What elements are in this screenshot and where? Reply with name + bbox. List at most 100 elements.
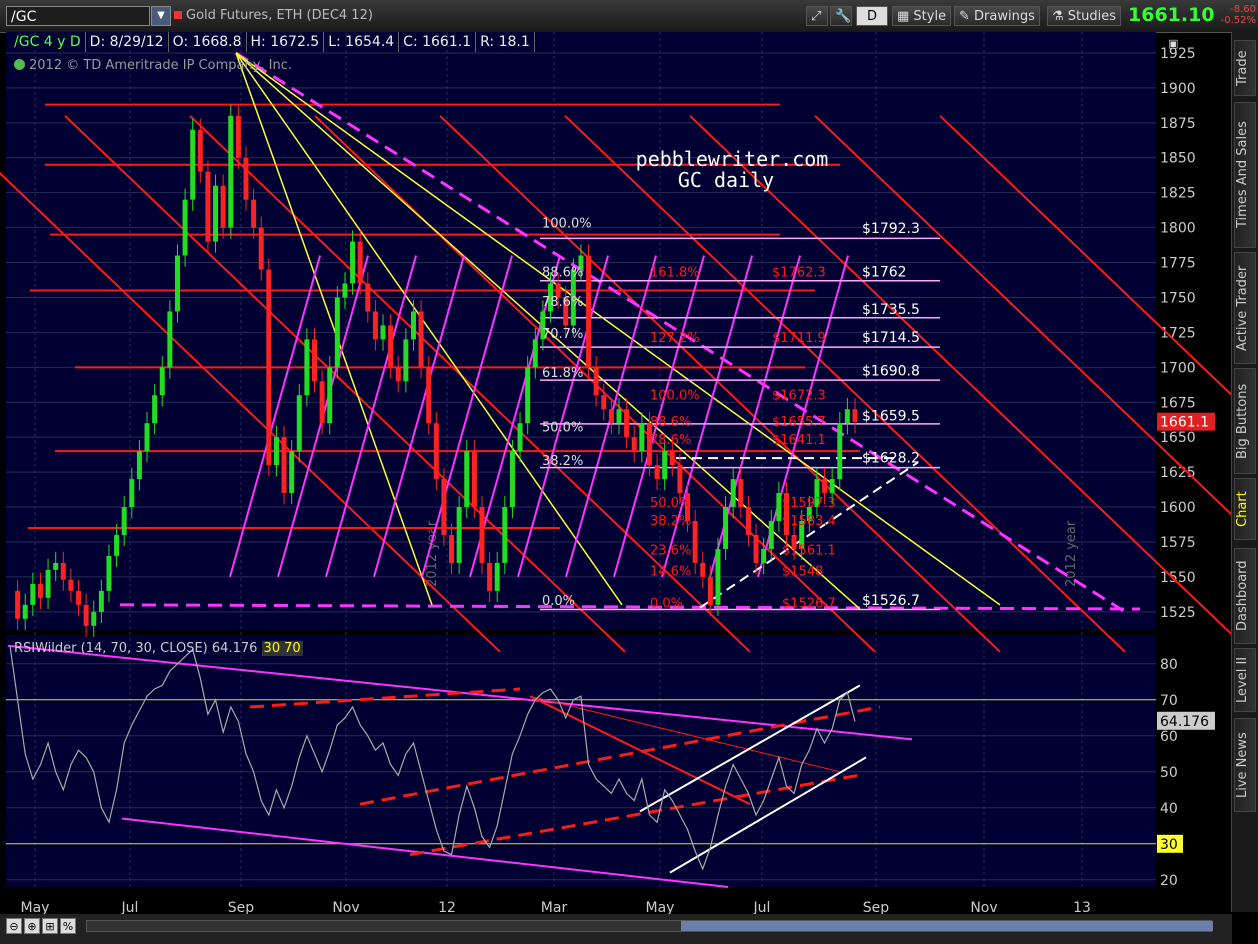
candle-body bbox=[654, 465, 660, 480]
tab-chart[interactable]: Chart bbox=[1234, 478, 1256, 540]
tab-times-and-sales[interactable]: Times And Sales bbox=[1234, 102, 1256, 248]
rsi-tick-label: 60 bbox=[1160, 729, 1178, 745]
candle-body bbox=[30, 583, 36, 605]
fib-inner-price: $1672.3 bbox=[772, 388, 826, 403]
time-scrollbar[interactable] bbox=[86, 920, 1213, 932]
symbol-description: Gold Futures, ETH (DEC4 12) bbox=[174, 8, 373, 23]
candle-body bbox=[616, 409, 622, 424]
candle-body bbox=[410, 311, 416, 340]
candle-body bbox=[456, 507, 462, 563]
candle-body bbox=[509, 451, 515, 508]
symbol-dropdown-button[interactable]: ▼ bbox=[151, 6, 171, 26]
candle-body bbox=[114, 534, 120, 556]
candle-body bbox=[182, 199, 188, 256]
drawings-label: Drawings bbox=[974, 9, 1035, 24]
candle-body bbox=[106, 555, 112, 591]
tab-level-ii[interactable]: Level II bbox=[1234, 648, 1256, 712]
candle-body bbox=[273, 437, 279, 466]
candle-body bbox=[152, 395, 158, 424]
candle-body bbox=[753, 534, 759, 563]
x-tick-label: 13 bbox=[1073, 900, 1091, 914]
candle-body bbox=[83, 604, 89, 626]
candle-body bbox=[350, 241, 356, 284]
candle-body bbox=[464, 451, 470, 508]
candle-body bbox=[677, 465, 683, 494]
zoom-fit-icon[interactable]: ⊞ bbox=[42, 918, 58, 934]
price-tick-label: 1700 bbox=[1160, 360, 1196, 376]
candle-body bbox=[433, 423, 439, 480]
price-tick-label: 1725 bbox=[1160, 325, 1196, 341]
candle-body bbox=[213, 185, 219, 242]
candle-body bbox=[45, 569, 51, 598]
drawings-button[interactable]: ✎ Drawings bbox=[954, 6, 1040, 26]
candle-body bbox=[525, 367, 531, 424]
candle-body bbox=[745, 507, 751, 535]
candle-body bbox=[228, 115, 234, 228]
candle-body bbox=[829, 479, 835, 494]
fib-left-label: 88.6% bbox=[542, 266, 583, 281]
tab-big-buttons[interactable]: Big Buttons bbox=[1234, 368, 1256, 474]
fib-inner-price: $1526.7 bbox=[782, 597, 836, 612]
tab-trade[interactable]: Trade bbox=[1234, 40, 1256, 96]
fib-inner-label: 100.0% bbox=[650, 388, 700, 403]
tab-active-trader[interactable]: Active Trader bbox=[1234, 252, 1256, 364]
scroll-thumb[interactable] bbox=[681, 921, 1213, 931]
info-close: C: 1661.1 bbox=[399, 32, 477, 52]
price-tick-label: 1675 bbox=[1160, 395, 1196, 411]
tab-dashboard[interactable]: Dashboard bbox=[1234, 548, 1256, 644]
info-open: O: 1668.8 bbox=[169, 32, 247, 52]
rsi-tick-label: 70 bbox=[1160, 693, 1178, 709]
fib-price-label: $1762 bbox=[862, 265, 907, 281]
candle-body bbox=[22, 604, 28, 619]
candle-body bbox=[205, 171, 211, 242]
style-button[interactable]: ▦ Style bbox=[892, 6, 952, 26]
candle-body bbox=[121, 507, 127, 535]
pin-tool-button[interactable]: ⤢ bbox=[806, 6, 828, 26]
symbol-input[interactable]: /GC bbox=[6, 6, 150, 26]
info-high: H: 1672.5 bbox=[247, 32, 325, 52]
zoom-out-icon[interactable]: ⊖ bbox=[6, 918, 22, 934]
candle-body bbox=[593, 367, 599, 396]
price-tick-label: 1625 bbox=[1160, 465, 1196, 481]
candle-body bbox=[220, 185, 226, 228]
candle-body bbox=[532, 339, 538, 368]
percent-icon[interactable]: % bbox=[60, 918, 76, 934]
candle-body bbox=[312, 339, 318, 382]
fib-price-label: $1690.8 bbox=[862, 364, 920, 380]
fib-left-label: 61.8% bbox=[542, 366, 583, 381]
candle-body bbox=[281, 437, 287, 494]
x-tick-label: Nov bbox=[332, 900, 359, 914]
candle-body bbox=[692, 521, 698, 563]
candle-body bbox=[251, 199, 257, 228]
candle-body bbox=[68, 579, 74, 591]
candle-body bbox=[479, 507, 485, 563]
chart-svg[interactable]: 1525155015751600162516501675170017251750… bbox=[0, 32, 1232, 914]
candle-body bbox=[487, 562, 493, 591]
tab-live-news[interactable]: Live News bbox=[1234, 718, 1256, 812]
candle-body bbox=[471, 451, 477, 508]
x-tick-label: Nov bbox=[970, 900, 997, 914]
candle-body bbox=[342, 283, 348, 298]
candle-body bbox=[380, 325, 386, 340]
candle-body bbox=[502, 507, 508, 563]
candle-body bbox=[761, 548, 767, 563]
period-button[interactable]: D bbox=[856, 6, 888, 26]
x-tick-label: Sep bbox=[863, 900, 890, 914]
candle-body bbox=[37, 583, 43, 598]
zoom-in-icon[interactable]: ⊕ bbox=[24, 918, 40, 934]
rsi-header: RSIWilder (14, 70, 30, CLOSE) 64.176 30 7… bbox=[14, 641, 303, 656]
info-range: R: 18.1 bbox=[476, 32, 535, 52]
price-tick-label: 1800 bbox=[1160, 221, 1196, 237]
candle-body bbox=[388, 325, 394, 368]
fib-price-label: $1526.7 bbox=[862, 593, 920, 609]
fib-inner-label: 14.6% bbox=[650, 565, 691, 580]
candle-body bbox=[852, 409, 858, 422]
wrench-icon[interactable]: 🔧 bbox=[830, 6, 852, 26]
price-tick-label: 1900 bbox=[1160, 81, 1196, 97]
candle-body bbox=[53, 562, 59, 570]
candle-body bbox=[768, 521, 774, 549]
candle-body bbox=[357, 241, 363, 284]
studies-button[interactable]: ⚗ Studies bbox=[1047, 6, 1122, 26]
export-icon[interactable]: ▣ bbox=[1168, 37, 1178, 50]
studies-label: Studies bbox=[1067, 9, 1117, 24]
